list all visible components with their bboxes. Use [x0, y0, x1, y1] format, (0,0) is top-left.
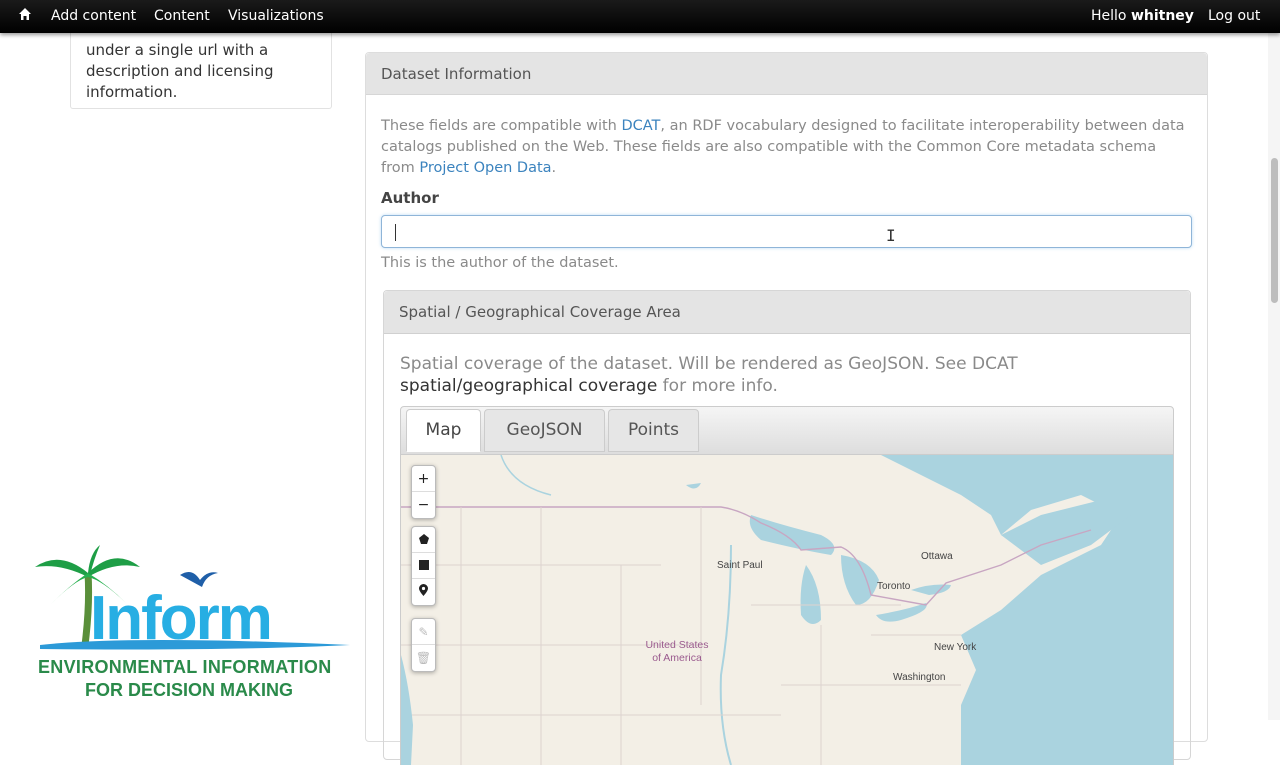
dcat-link[interactable]: DCAT	[621, 118, 660, 134]
logo-brand-text: Inform	[90, 584, 273, 653]
marker-icon[interactable]	[412, 579, 435, 605]
author-help-text: This is the author of the dataset.	[381, 255, 619, 271]
rectangle-icon[interactable]	[412, 553, 435, 579]
username[interactable]: whitney	[1131, 8, 1194, 24]
sidebar-help-box: under a single url with a description an…	[70, 20, 332, 109]
map-label-usa: United States of America	[627, 639, 727, 665]
spatial-desc-text-2: for more info.	[657, 376, 778, 396]
dataset-information-header[interactable]: Dataset Information	[366, 53, 1207, 95]
map-label-new-york: New York	[934, 642, 977, 653]
logo-tagline-2: FOR DECISION MAKING	[85, 680, 294, 700]
admin-toolbar: Add content Content Visualizations Hello…	[0, 0, 1280, 33]
map-label-saint-paul: Saint Paul	[717, 560, 763, 571]
zoom-control: + −	[411, 465, 436, 519]
greeting-text: Hello	[1091, 8, 1131, 24]
user-greeting[interactable]: Hello whitney	[1091, 8, 1194, 24]
map-label-ottawa: Ottawa	[921, 551, 953, 562]
spatial-desc-text-1: Spatial coverage of the dataset. Will be…	[400, 354, 1018, 374]
spatial-coverage-fieldset: Spatial / Geographical Coverage Area Spa…	[383, 290, 1191, 765]
text-cursor-icon: I	[886, 226, 896, 245]
map-label-toronto: Toronto	[877, 581, 911, 592]
map-tiles	[401, 455, 1173, 765]
nav-content[interactable]: Content	[154, 8, 210, 24]
inform-logo: Inform ENVIRONMENTAL INFORMATION FOR DEC…	[30, 545, 360, 705]
desc-text-1: These fields are compatible with	[381, 118, 622, 134]
zoom-out-button[interactable]: −	[412, 492, 435, 518]
author-input[interactable]: I	[381, 215, 1192, 248]
edit-toolbar: ✎ 🗑	[411, 618, 436, 672]
spatial-description: Spatial coverage of the dataset. Will be…	[400, 353, 1100, 397]
desc-text-3: .	[551, 160, 557, 176]
tab-geojson[interactable]: GeoJSON	[484, 409, 605, 452]
map-label-washington: Washington	[893, 672, 946, 683]
logout-link[interactable]: Log out	[1208, 8, 1260, 24]
edit-icon[interactable]: ✎	[412, 619, 435, 645]
nav-visualizations[interactable]: Visualizations	[228, 8, 324, 24]
delete-icon[interactable]: 🗑	[412, 645, 435, 671]
text-caret	[395, 224, 396, 241]
dataset-description: These fields are compatible with DCAT, a…	[381, 116, 1191, 179]
country-label-line1: United States	[645, 639, 709, 651]
dataset-information-panel: Dataset Information These fields are com…	[365, 52, 1208, 765]
spatial-tabs: Map GeoJSON Points	[400, 406, 1174, 455]
tab-points[interactable]: Points	[608, 409, 699, 452]
zoom-in-button[interactable]: +	[412, 466, 435, 492]
spatial-coverage-header[interactable]: Spatial / Geographical Coverage Area	[384, 291, 1190, 334]
author-label: Author	[381, 189, 439, 207]
tab-map[interactable]: Map	[406, 409, 481, 452]
project-open-data-link[interactable]: Project Open Data	[419, 160, 551, 176]
scrollbar-thumb[interactable]	[1271, 158, 1278, 303]
spatial-coverage-link[interactable]: spatial/geographical coverage	[400, 376, 657, 396]
home-icon[interactable]	[18, 7, 32, 21]
sidebar-help-text: under a single url with a description an…	[86, 41, 274, 101]
page-scrollbar[interactable]	[1268, 33, 1280, 720]
map-canvas[interactable]: Saint Paul Ottawa Toronto New York Washi…	[400, 455, 1174, 765]
nav-add-content[interactable]: Add content	[51, 8, 136, 24]
polygon-icon[interactable]	[412, 527, 435, 553]
draw-toolbar	[411, 526, 436, 606]
logo-tagline-1: ENVIRONMENTAL INFORMATION	[38, 657, 332, 677]
country-label-line2: of America	[652, 652, 702, 664]
